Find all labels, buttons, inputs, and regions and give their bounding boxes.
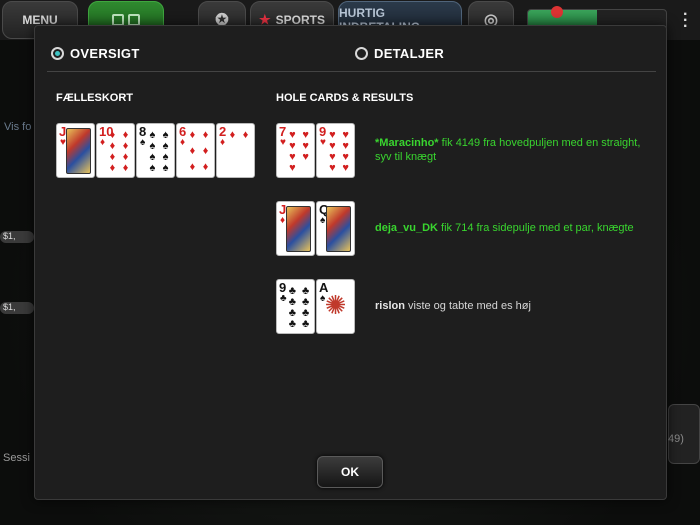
card-pip-icon: ♦	[202, 145, 209, 157]
radio-selected-icon	[51, 47, 64, 60]
playing-card: J ♥	[56, 123, 95, 178]
card-pip-icon: ♦	[189, 145, 196, 157]
show-link[interactable]: Vis fo	[4, 121, 31, 133]
card-pip-icon: ♥	[329, 162, 336, 174]
card-pips: ♥ ♥ ♥ ♥ ♥ ♥ ♥	[287, 130, 311, 174]
hole-cards: 7 ♥ ♥ ♥ ♥ ♥ ♥ ♥ ♥ 9 ♥ ♥ ♥ ♥ ♥ ♥ ♥ ♥ ♥	[276, 123, 356, 178]
card-pips: ♦ ♦ ♦ ♦ ♦ ♦	[187, 130, 211, 173]
tab-overview[interactable]: OVERSIGT	[51, 46, 140, 61]
player-name: rislon	[375, 300, 405, 312]
card-pip-icon: ♥	[342, 162, 349, 174]
ok-label: OK	[341, 465, 359, 479]
player-result-text: deja_vu_DK fik 714 fra sidepulje med et …	[375, 221, 645, 235]
card-pips: ♦ ♦	[227, 130, 251, 173]
result-description: viste og tabte med es høj	[404, 300, 531, 312]
playing-card: 6 ♦ ♦ ♦ ♦ ♦ ♦ ♦	[176, 123, 215, 178]
playing-card: 8 ♠ ♠ ♠ ♠ ♠ ♠ ♠ ♠ ♠	[136, 123, 175, 178]
result-description: fik 714 fra sidepulje med et par, knægte	[437, 222, 634, 234]
card-pip-icon: ♥	[302, 151, 309, 163]
player-name: deja_vu_DK	[375, 222, 438, 234]
playing-card: 10 ♦ ♦ ♦ ♦ ♦ ♦ ♦ ♦ ♦	[96, 123, 135, 178]
card-suit-icon: ♠	[140, 137, 146, 148]
card-pip-icon: ♦	[242, 129, 249, 141]
card-suit-icon: ♥	[320, 137, 326, 148]
more-options-icon[interactable]: · · ·	[683, 7, 688, 35]
session-label: Sessi	[3, 452, 30, 464]
playing-card: J ♦	[276, 201, 315, 256]
card-pips: ♦ ♦ ♦ ♦ ♦ ♦ ♦ ♦	[107, 130, 131, 174]
radio-unselected-icon	[355, 47, 368, 60]
hole-cards: J ♦ Q ♠	[276, 201, 356, 256]
tab-overview-label: OVERSIGT	[70, 46, 140, 61]
card-suit-icon: ♥	[280, 137, 286, 148]
card-pip-icon: ♦	[202, 161, 209, 173]
tab-details-label: DETALJER	[374, 46, 445, 61]
poker-table-screen: MENU ✪ ★SPORTS HURTIG INDBETALING ◎ ··· …	[0, 0, 700, 525]
card-pip-icon: ♦	[122, 162, 129, 174]
playing-card: Q ♠	[316, 201, 355, 256]
playing-card: A ♠ ✺	[316, 279, 355, 334]
seat-chip-stack: $1,	[0, 302, 34, 314]
card-suit-icon: ♦	[180, 137, 186, 148]
card-pip-icon: ♣	[288, 318, 296, 330]
face-card-art	[66, 128, 91, 174]
hole-cards: 9 ♣ ♣ ♣ ♣ ♣ ♣ ♣ ♣ ♣ A ♠ ✺	[276, 279, 356, 334]
card-pip-icon: ♦	[202, 129, 209, 141]
card-suit-icon: ♦	[220, 137, 226, 148]
card-pip-icon: ♥	[289, 162, 296, 174]
ok-button[interactable]: OK	[317, 456, 383, 488]
face-card-art	[286, 206, 311, 252]
card-pip-icon: ♦	[189, 129, 196, 141]
player-result-text: rislon viste og tabte med es høj	[375, 299, 645, 313]
face-card-art	[326, 206, 351, 252]
tab-divider	[47, 71, 656, 72]
card-pip-icon: ♠	[162, 162, 169, 174]
card-pip-icon: ♣	[301, 318, 310, 330]
playing-card: 7 ♥ ♥ ♥ ♥ ♥ ♥ ♥ ♥	[276, 123, 315, 178]
dialog-tabs: OVERSIGT DETALJER	[35, 26, 666, 72]
playing-card: 2 ♦ ♦ ♦	[216, 123, 255, 178]
card-pip-icon: ♦	[189, 161, 196, 173]
background-amount: 49)	[668, 433, 684, 445]
seat-chip-stack: $1,	[0, 231, 34, 243]
community-cards: J ♥ 10 ♦ ♦ ♦ ♦ ♦ ♦ ♦ ♦ ♦ 8 ♠ ♠ ♠ ♠ ♠ ♠ ♠ ♠ ♠ 6 ♦ ♦ ♦ ♦ ♦ ♦ ♦ 2 ♦ ♦ ♦	[56, 123, 256, 178]
notification-badge	[551, 6, 563, 18]
card-suit-icon: ♠	[320, 215, 326, 226]
card-pip-icon: ♦	[109, 162, 116, 174]
card-pip-icon: ♦	[229, 129, 236, 141]
card-pip-icon: ♠	[149, 162, 156, 174]
card-suit-icon: ♦	[100, 137, 106, 148]
hand-summary-dialog: OVERSIGT DETALJER FÆLLESKORT HOLE CARDS …	[34, 25, 667, 500]
card-suit-icon: ♦	[280, 215, 286, 226]
card-pips: ♥ ♥ ♥ ♥ ♥ ♥ ♥ ♥	[327, 130, 351, 174]
card-pips: ♣ ♣ ♣ ♣ ♣ ♣ ♣ ♣	[287, 286, 311, 330]
player-name: *Maracinho*	[375, 137, 439, 149]
playing-card: 9 ♥ ♥ ♥ ♥ ♥ ♥ ♥ ♥ ♥	[316, 123, 355, 178]
hole-cards-title: HOLE CARDS & RESULTS	[276, 92, 414, 104]
community-cards-title: FÆLLESKORT	[56, 92, 133, 104]
card-pips: ♠ ♠ ♠ ♠ ♠ ♠ ♠ ♠	[147, 130, 171, 174]
card-suit-icon: ♣	[280, 293, 287, 304]
tab-details[interactable]: DETALJER	[355, 46, 444, 61]
playing-card: 9 ♣ ♣ ♣ ♣ ♣ ♣ ♣ ♣ ♣	[276, 279, 315, 334]
ace-emblem-icon: ✺	[324, 290, 347, 320]
player-result-text: *Maracinho* fik 4149 fra hovedpuljen med…	[375, 136, 645, 164]
